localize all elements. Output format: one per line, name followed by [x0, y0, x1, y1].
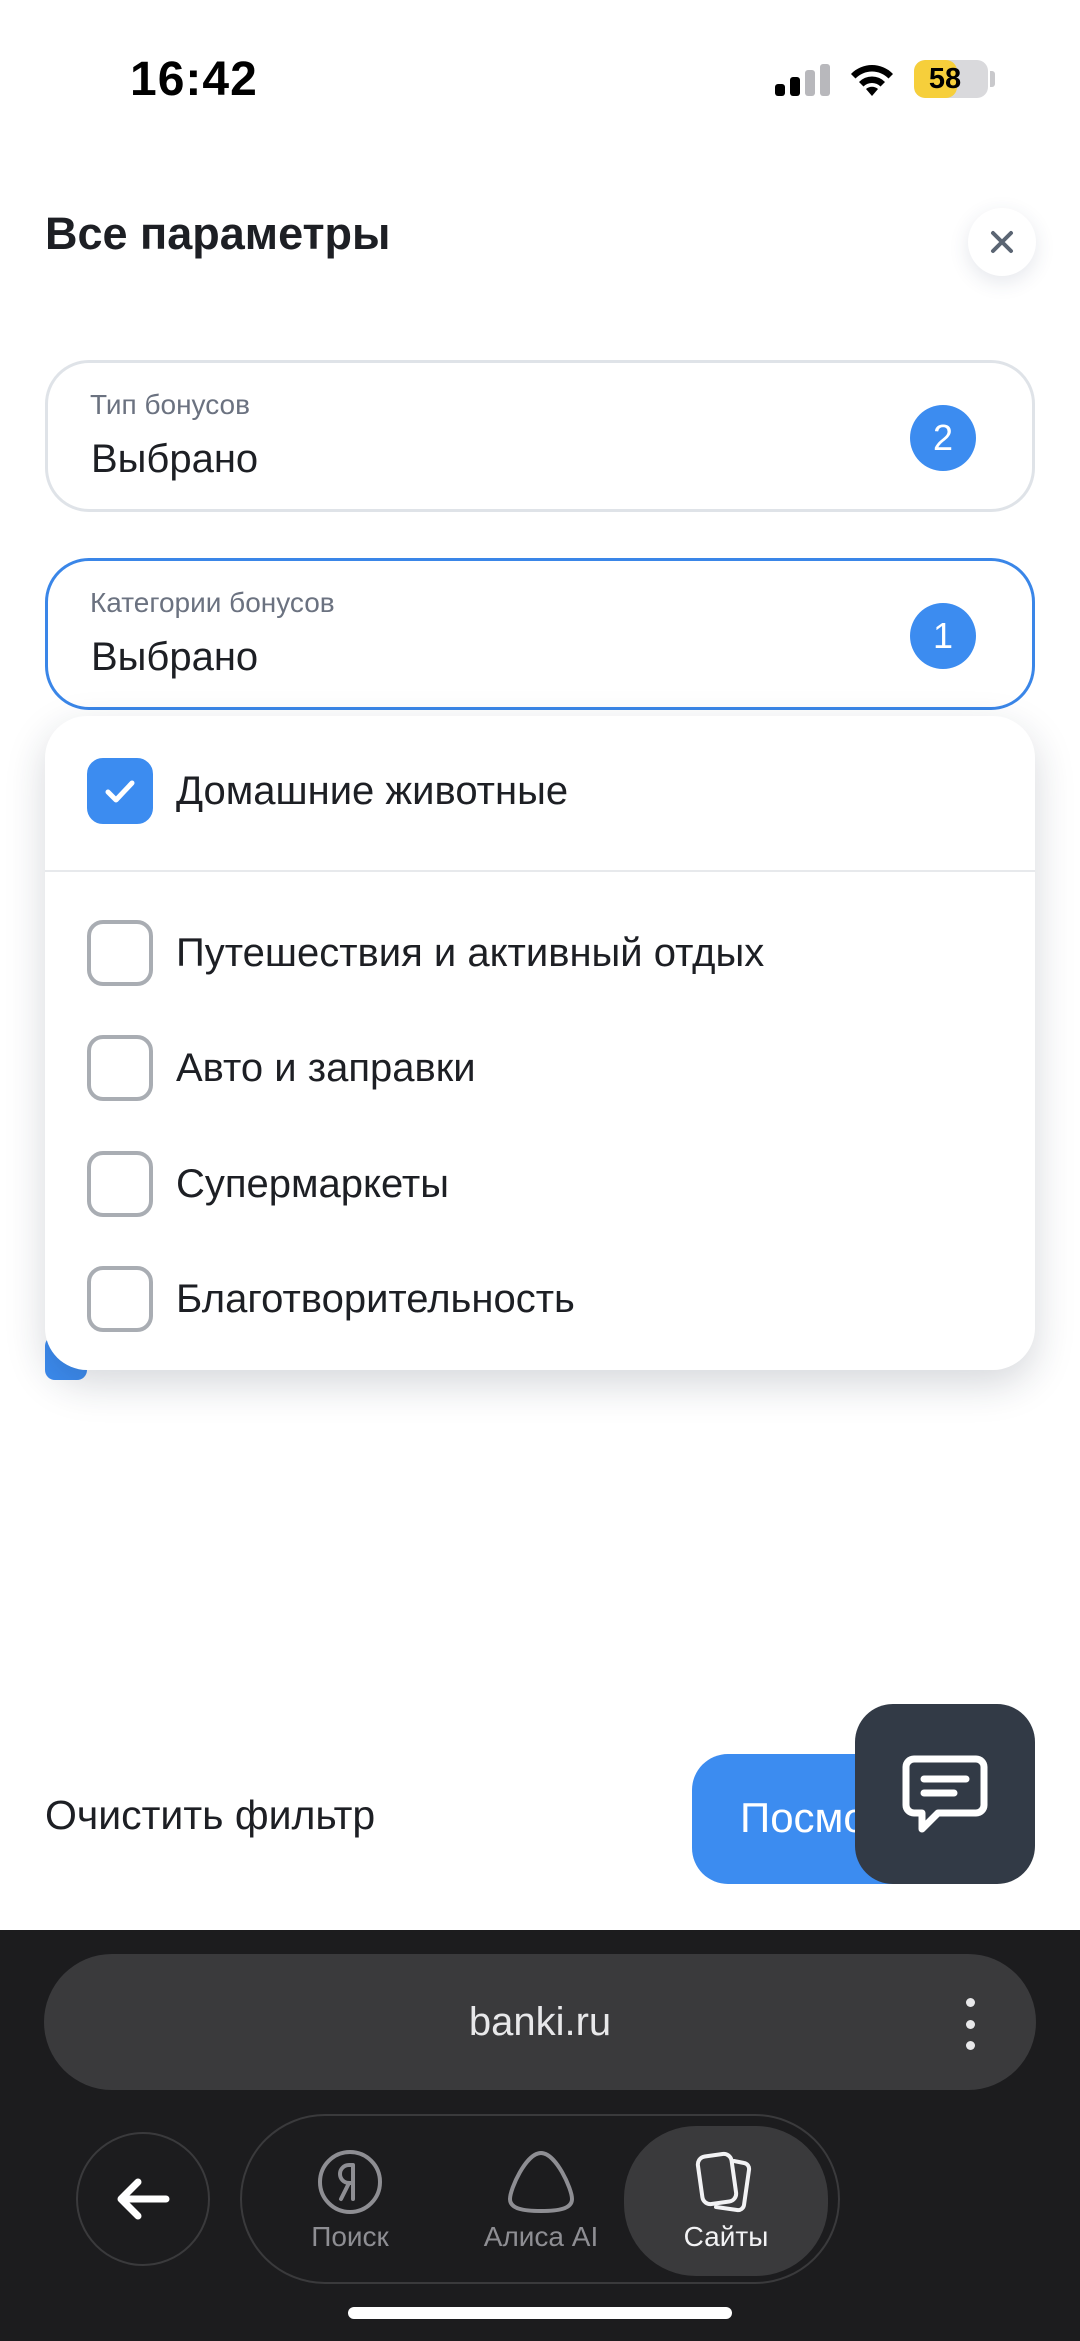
select-label: Тип бонусов [90, 389, 250, 420]
status-bar: 16:42 58 [0, 0, 1080, 140]
dropdown-option-travel[interactable]: Путешествия и активный отдых [87, 918, 764, 988]
nav-tab-search[interactable]: Поиск [272, 2116, 428, 2286]
checkbox[interactable] [87, 920, 153, 986]
clear-filter-button[interactable]: Очистить фильтр [45, 1792, 375, 1839]
select-label: Категории бонусов [90, 587, 335, 618]
nav-tab-label: Алиса AI [483, 2221, 599, 2252]
close-icon [991, 231, 1013, 253]
option-label: Домашние животные [176, 768, 569, 813]
wifi-icon [851, 65, 893, 96]
nav-tab-sites[interactable]: Сайты [624, 2126, 828, 2276]
close-button[interactable] [968, 208, 1036, 276]
checkbox[interactable] [87, 1266, 153, 1332]
selected-count-badge: 2 [910, 405, 976, 471]
option-label: Авто и заправки [176, 1045, 476, 1090]
checkbox[interactable] [87, 1151, 153, 1217]
chat-icon [902, 1755, 988, 1833]
browser-nav-group: Поиск Алиса AI Сайты [240, 2114, 840, 2284]
status-time: 16:42 [130, 53, 258, 106]
checkmark-icon [105, 780, 135, 803]
select-value: Выбрано [91, 635, 259, 679]
selected-count-badge: 1 [910, 603, 976, 669]
more-menu-icon[interactable] [950, 1998, 990, 2050]
divider [45, 870, 1035, 872]
dropdown-option-charity[interactable]: Благотворительность [87, 1264, 575, 1334]
url-text: banki.ru [468, 2000, 612, 2044]
option-label: Благотворительность [176, 1276, 575, 1321]
cellular-signal-icon [775, 64, 830, 96]
nav-tab-alice[interactable]: Алиса AI [456, 2116, 626, 2286]
category-dropdown: Домашние животные Путешествия и активный… [45, 716, 1035, 1370]
dropdown-option-pets[interactable]: Домашние животные [87, 756, 568, 826]
nav-tab-label: Сайты [683, 2221, 769, 2252]
battery-percent: 58 [928, 63, 962, 95]
dropdown-option-supermarkets[interactable]: Супермаркеты [87, 1149, 449, 1219]
checkbox[interactable] [87, 1035, 153, 1101]
yandex-icon [318, 2150, 382, 2214]
nav-tab-label: Поиск [311, 2221, 389, 2252]
home-indicator [348, 2307, 732, 2319]
tabs-icon [695, 2151, 752, 2213]
battery-tip [990, 71, 995, 87]
bonus-category-select[interactable]: Категории бонусов Выбрано 1 [45, 558, 1035, 710]
dropdown-option-auto[interactable]: Авто и заправки [87, 1033, 476, 1103]
arrow-left-icon [117, 2178, 170, 2220]
address-bar[interactable]: banki.ru [44, 1954, 1036, 2090]
select-value: Выбрано [91, 437, 259, 481]
option-label: Путешествия и активный отдых [176, 930, 765, 975]
battery-indicator: 58 [914, 60, 988, 98]
show-results-label: Посмо [740, 1794, 867, 1841]
checkbox[interactable] [87, 758, 153, 824]
bonus-type-select[interactable]: Тип бонусов Выбрано 2 [45, 360, 1035, 512]
chat-support-button[interactable] [855, 1704, 1035, 1884]
page-title: Все параметры [45, 208, 391, 259]
option-label: Супермаркеты [176, 1161, 449, 1206]
back-button[interactable] [76, 2132, 210, 2266]
alice-icon [507, 2150, 575, 2214]
